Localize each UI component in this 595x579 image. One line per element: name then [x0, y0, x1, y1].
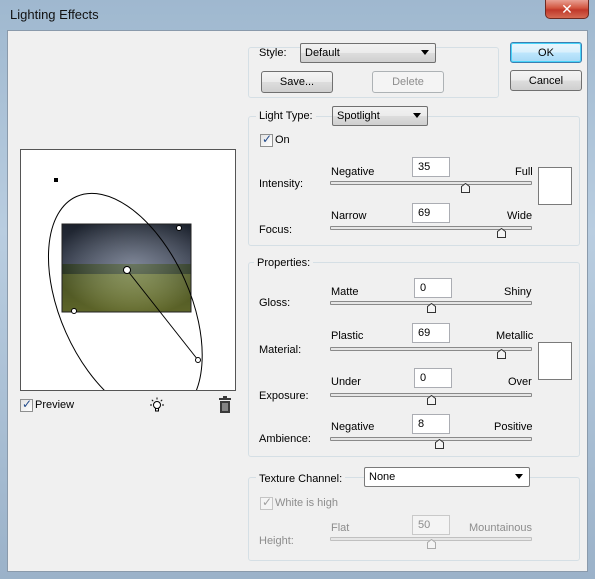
on-checkbox[interactable]: ✓ — [260, 132, 273, 147]
focus-max-label: Wide — [507, 210, 533, 222]
light-type-label: Light Type: — [256, 110, 316, 122]
intensity-input[interactable]: 35 — [412, 157, 450, 177]
material-input[interactable]: 69 — [412, 323, 450, 343]
exposure-min-label: Under — [331, 376, 361, 388]
window-title: Lighting Effects — [10, 7, 99, 22]
style-dropdown[interactable]: Default — [300, 43, 436, 63]
properties-title: Properties: — [254, 257, 314, 269]
checkmark-icon: ✓ — [262, 495, 273, 509]
on-label: On — [275, 134, 290, 146]
preview-label: Preview — [35, 399, 75, 411]
exposure-slider[interactable] — [330, 393, 532, 405]
close-button[interactable]: ✕ — [545, 0, 589, 19]
height-slider-thumb[interactable] — [427, 539, 436, 549]
ambience-label: Ambience: — [259, 433, 311, 445]
gloss-max-label: Shiny — [504, 286, 532, 298]
cancel-button[interactable]: Cancel — [510, 70, 582, 91]
gloss-label: Gloss: — [259, 297, 291, 309]
material-color-swatch[interactable] — [538, 342, 572, 380]
gloss-slider-thumb[interactable] — [427, 303, 436, 313]
ellipse-handle[interactable] — [71, 308, 77, 314]
material-max-label: Metallic — [496, 330, 534, 342]
material-label: Material: — [259, 344, 302, 356]
light-color-swatch[interactable] — [538, 167, 572, 205]
height-slider[interactable] — [330, 537, 532, 549]
light-type-value: Spotlight — [337, 110, 380, 122]
focus-input[interactable]: 69 — [412, 203, 450, 223]
light-center-handle[interactable] — [123, 266, 131, 274]
material-slider-thumb[interactable] — [497, 349, 506, 359]
preview-checkbox[interactable]: ✓ — [20, 397, 33, 412]
light-type-dropdown[interactable]: Spotlight — [332, 106, 428, 126]
white-is-high-label: White is high — [275, 497, 338, 509]
chevron-down-icon — [413, 113, 421, 118]
texture-channel-dropdown[interactable]: None — [364, 467, 530, 487]
ellipse-handle[interactable] — [54, 178, 58, 182]
intensity-max-label: Full — [515, 166, 533, 178]
ambience-slider-thumb[interactable] — [435, 439, 444, 449]
height-input[interactable]: 50 — [412, 515, 450, 535]
preview-canvas[interactable] — [20, 149, 236, 420]
intensity-min-label: Negative — [331, 166, 375, 178]
focus-slider-thumb[interactable] — [497, 228, 506, 238]
trash-icon[interactable] — [217, 396, 233, 417]
gloss-min-label: Matte — [331, 286, 359, 298]
white-is-high-checkbox[interactable]: ✓ — [260, 495, 273, 510]
exposure-slider-thumb[interactable] — [427, 395, 436, 405]
style-label: Style: — [259, 47, 287, 59]
preview-svg[interactable] — [21, 150, 235, 420]
checkmark-icon: ✓ — [22, 397, 33, 411]
checkmark-icon: ✓ — [262, 132, 273, 146]
ellipse-handle[interactable] — [176, 225, 182, 231]
chevron-down-icon — [515, 474, 523, 479]
focus-label: Focus: — [259, 224, 293, 236]
height-label: Height: — [259, 535, 294, 547]
light-bulb-icon[interactable] — [148, 396, 166, 417]
intensity-slider-thumb[interactable] — [461, 183, 470, 193]
exposure-max-label: Over — [508, 376, 532, 388]
material-slider[interactable] — [330, 347, 532, 359]
save-button[interactable]: Save... — [261, 71, 333, 93]
light-direction-handle[interactable] — [195, 357, 201, 363]
gloss-slider[interactable] — [330, 301, 532, 313]
texture-channel-value: None — [369, 471, 396, 483]
ambience-min-label: Negative — [331, 421, 375, 433]
focus-slider[interactable] — [330, 226, 532, 238]
dialog-client: Style: Default Save... Delete OK Cancel … — [7, 30, 588, 572]
height-max-label: Mountainous — [469, 522, 532, 534]
texture-channel-label: Texture Channel: — [256, 473, 346, 485]
exposure-label: Exposure: — [259, 390, 309, 402]
title-bar: Lighting Effects ✕ — [0, 0, 595, 30]
intensity-label: Intensity: — [259, 178, 304, 190]
focus-min-label: Narrow — [331, 210, 367, 222]
gloss-input[interactable]: 0 — [414, 278, 452, 298]
height-min-label: Flat — [331, 522, 350, 534]
style-value: Default — [305, 47, 340, 59]
chevron-down-icon — [421, 50, 429, 55]
intensity-slider[interactable] — [330, 181, 532, 193]
ambience-input[interactable]: 8 — [412, 414, 450, 434]
close-icon: ✕ — [561, 1, 573, 17]
ok-button[interactable]: OK — [510, 42, 582, 63]
ambience-max-label: Positive — [494, 421, 533, 433]
delete-button[interactable]: Delete — [372, 71, 444, 93]
exposure-input[interactable]: 0 — [414, 368, 452, 388]
material-min-label: Plastic — [331, 330, 364, 342]
ambience-slider[interactable] — [330, 437, 532, 449]
